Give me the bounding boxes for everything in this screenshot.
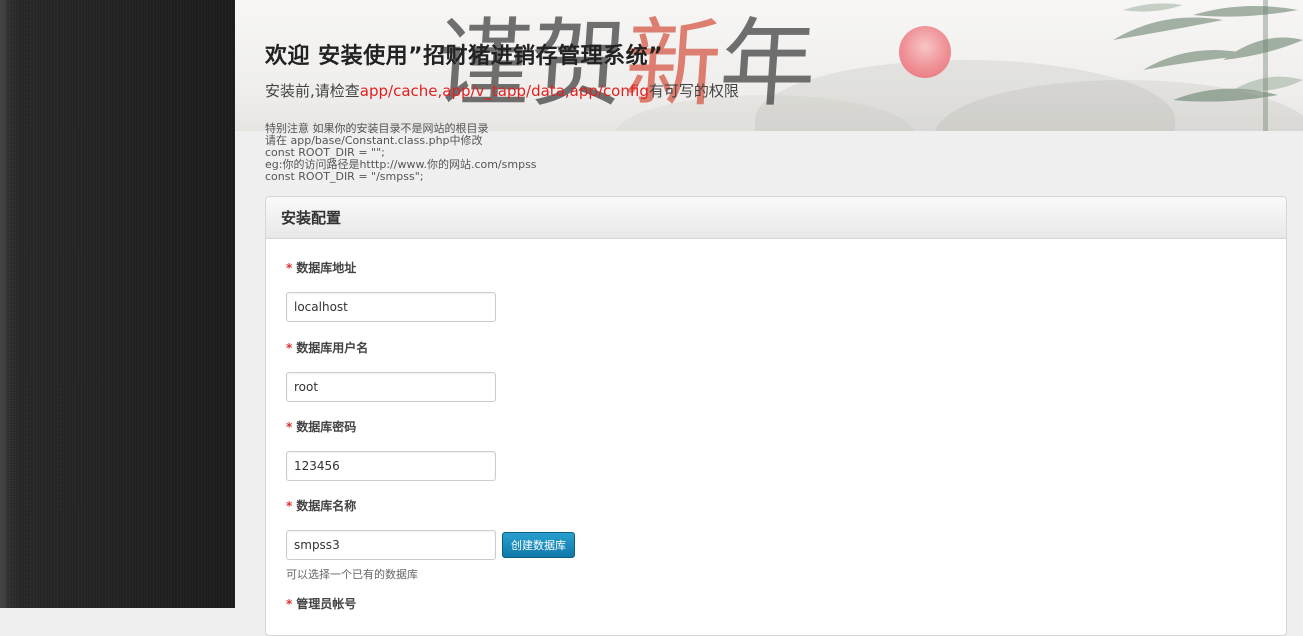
panel-title: 安装配置 — [266, 197, 1286, 239]
check-suffix: 有可写的权限 — [648, 82, 739, 100]
field-label-text: 管理员帐号 — [296, 597, 357, 611]
field-label: * 数据库地址 — [286, 259, 496, 276]
field-label-text: 数据库密码 — [296, 420, 357, 434]
required-mark: * — [286, 420, 293, 434]
db-password-input[interactable] — [286, 451, 496, 481]
check-paths: app/cache,app/v_tapp/data,app/config — [359, 82, 649, 100]
field-label-text: 数据库地址 — [296, 261, 357, 275]
note-line: const ROOT_DIR = "/smpss"; — [265, 170, 424, 183]
root-dir-notes: 特别注意 如果你的安装目录不是网站的根目录 请在 app/base/Consta… — [265, 123, 537, 183]
install-config-panel: 安装配置 *数据库地址 *数据库用户名 *数据库密码 *数据库名称 创建数据库 … — [265, 196, 1287, 636]
field-label: * 数据库密码 — [286, 418, 496, 435]
field-db-name: *数据库名称 创建数据库 可以选择一个已有的数据库 — [286, 497, 575, 582]
field-label: * 数据库名称 — [286, 497, 575, 514]
field-label-text: 数据库名称 — [296, 499, 357, 513]
required-mark: * — [286, 261, 293, 275]
red-sun-icon — [899, 26, 951, 78]
required-mark: * — [286, 341, 293, 355]
permission-check-text: 安装前,请检查app/cache,app/v_tapp/data,app/con… — [265, 80, 739, 101]
left-panel-edge — [0, 0, 6, 608]
db-name-input[interactable] — [286, 530, 496, 560]
field-db-password: * 数据库密码 — [286, 418, 496, 481]
db-host-input[interactable] — [286, 292, 496, 322]
check-prefix: 安装前,请检查 — [265, 82, 360, 100]
calligraphy-char: 年 — [716, 8, 821, 120]
field-label-text: 数据库用户名 — [296, 341, 369, 355]
field-db-host: * 数据库地址 — [286, 259, 496, 322]
required-mark: * — [286, 597, 293, 611]
db-name-row: 创建数据库 — [286, 530, 575, 560]
required-mark: * — [286, 499, 293, 513]
page-title: 欢迎 安装使用”招财猪进销存管理系统” — [265, 44, 664, 69]
db-name-hint: 可以选择一个已有的数据库 — [286, 568, 418, 581]
left-dark-panel — [0, 0, 235, 608]
db-user-input[interactable] — [286, 372, 496, 402]
field-label: * 数据库用户名 — [286, 339, 496, 356]
field-admin-account: * 管理员帐号 — [286, 595, 356, 612]
create-database-button[interactable]: 创建数据库 — [502, 532, 575, 558]
field-label: * 管理员帐号 — [286, 595, 356, 612]
field-db-user: * 数据库用户名 — [286, 339, 496, 402]
bamboo-leaves-icon — [1113, 0, 1303, 131]
